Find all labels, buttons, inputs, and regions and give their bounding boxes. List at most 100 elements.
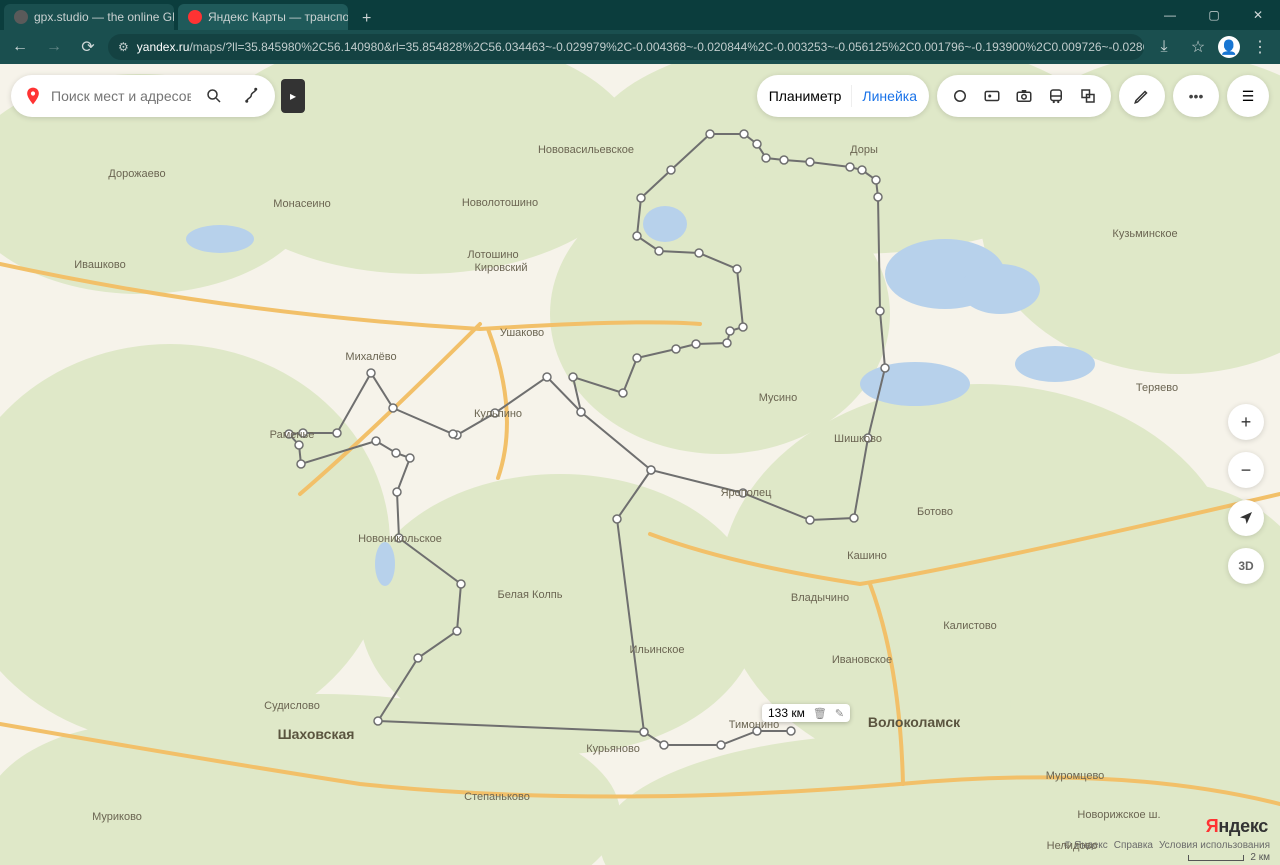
ruler-node[interactable]	[723, 339, 731, 347]
panel-collapse-button[interactable]: ▸	[281, 79, 305, 113]
ruler-node[interactable]	[392, 449, 400, 457]
edit-pill[interactable]	[1119, 75, 1165, 117]
locate-button[interactable]	[1228, 500, 1264, 536]
ruler-node[interactable]	[733, 265, 741, 273]
ruler-node[interactable]	[333, 429, 341, 437]
mode-ruler[interactable]: Линейка	[862, 88, 917, 104]
transit-icon[interactable]	[1045, 85, 1067, 107]
ruler-node[interactable]	[672, 345, 680, 353]
ruler-node[interactable]	[739, 323, 747, 331]
ruler-node[interactable]	[297, 460, 305, 468]
ruler-node[interactable]	[295, 441, 303, 449]
ruler-node[interactable]	[739, 489, 747, 497]
route-icon[interactable]	[237, 81, 267, 111]
window-close[interactable]: ✕	[1236, 0, 1280, 30]
layers-icon[interactable]	[1077, 85, 1099, 107]
ruler-node[interactable]	[740, 130, 748, 138]
3d-button[interactable]: 3D	[1228, 548, 1264, 584]
ruler-node[interactable]	[637, 194, 645, 202]
ruler-node[interactable]	[753, 727, 761, 735]
ruler-node[interactable]	[367, 369, 375, 377]
browser-tabstrip: gpx.studio — the online GPX fi… ✕ Яндекс…	[0, 0, 1280, 30]
ruler-node[interactable]	[850, 514, 858, 522]
ruler-node[interactable]	[846, 163, 854, 171]
search-input[interactable]	[51, 88, 191, 104]
nav-forward[interactable]: →	[40, 33, 68, 61]
ruler-node[interactable]	[881, 364, 889, 372]
ruler-node[interactable]	[633, 354, 641, 362]
ruler-node[interactable]	[457, 580, 465, 588]
ruler-node[interactable]	[787, 727, 795, 735]
browser-tab-yandexmaps[interactable]: Яндекс Карты — транспорт, н… ✕	[178, 4, 348, 30]
zoom-in-button[interactable]: +	[1228, 404, 1264, 440]
more-pill[interactable]: •••	[1173, 75, 1219, 117]
scale-line	[1188, 855, 1244, 861]
kebab-icon[interactable]: ⋮	[1246, 33, 1274, 61]
ruler-node[interactable]	[753, 140, 761, 148]
ruler-node[interactable]	[874, 193, 882, 201]
nav-reload[interactable]: ⟳	[74, 33, 102, 61]
ruler-node[interactable]	[393, 488, 401, 496]
pencil-icon[interactable]: ✎	[835, 707, 844, 720]
ruler-node[interactable]	[389, 404, 397, 412]
footer-help[interactable]: Справка	[1114, 840, 1153, 851]
ruler-node[interactable]	[762, 154, 770, 162]
camera-icon[interactable]	[1013, 85, 1035, 107]
profile-icon[interactable]: 👤	[1218, 36, 1240, 58]
menu-button[interactable]: ☰	[1227, 75, 1269, 117]
install-app-icon[interactable]: ⤓	[1150, 33, 1178, 61]
map-canvas[interactable]: ▸ Планиметр Линейка ••• ☰ + − 3D	[0, 64, 1280, 865]
ruler-node[interactable]	[872, 176, 880, 184]
footer-terms[interactable]: Условия использования	[1159, 840, 1270, 851]
url-input[interactable]: ⚙ yandex.ru/maps/?ll=35.845980%2C56.1409…	[108, 34, 1144, 60]
footer-copy[interactable]: © Яндекс	[1064, 840, 1108, 851]
ruler-node[interactable]	[299, 429, 307, 437]
ruler-node[interactable]	[543, 373, 551, 381]
mode-planimeter[interactable]: Планиметр	[769, 88, 842, 104]
browser-tab-gpxstudio[interactable]: gpx.studio — the online GPX fi… ✕	[4, 4, 174, 30]
ruler-node[interactable]	[695, 249, 703, 257]
ruler-node[interactable]	[876, 307, 884, 315]
star-icon[interactable]: ☆	[1184, 33, 1212, 61]
ruler-node[interactable]	[406, 454, 414, 462]
circle-icon[interactable]	[949, 85, 971, 107]
ruler-node[interactable]	[647, 466, 655, 474]
ruler-node[interactable]	[372, 437, 380, 445]
ruler-node[interactable]	[660, 741, 668, 749]
ruler-node[interactable]	[692, 340, 700, 348]
ruler-node[interactable]	[806, 516, 814, 524]
ruler-node[interactable]	[717, 741, 725, 749]
ruler-node[interactable]	[374, 717, 382, 725]
ruler-node[interactable]	[726, 327, 734, 335]
ruler-node[interactable]	[864, 434, 872, 442]
search-icon[interactable]	[199, 81, 229, 111]
ruler-node[interactable]	[633, 232, 641, 240]
ruler-node[interactable]	[414, 654, 422, 662]
ruler-node[interactable]	[858, 166, 866, 174]
ruler-node[interactable]	[806, 158, 814, 166]
zoom-out-button[interactable]: −	[1228, 452, 1264, 488]
panorama-icon[interactable]	[981, 85, 1003, 107]
ruler-node[interactable]	[395, 534, 403, 542]
ruler-node[interactable]	[491, 409, 499, 417]
ruler-node[interactable]	[667, 166, 675, 174]
ruler-node[interactable]	[569, 373, 577, 381]
ruler-node[interactable]	[706, 130, 714, 138]
ruler-node[interactable]	[285, 430, 293, 438]
ruler-node[interactable]	[577, 408, 585, 416]
ruler-node[interactable]	[655, 247, 663, 255]
trash-icon[interactable]: 🗑	[813, 707, 827, 720]
window-maximize[interactable]: ▢	[1192, 0, 1236, 30]
nav-back[interactable]: ←	[6, 33, 34, 61]
site-settings-icon[interactable]: ⚙	[118, 40, 129, 54]
ruler-node[interactable]	[613, 515, 621, 523]
map-svg	[0, 64, 1280, 865]
ruler-node[interactable]	[449, 430, 457, 438]
new-tab-button[interactable]: +	[356, 8, 377, 30]
window-minimize[interactable]: —	[1148, 0, 1192, 30]
ruler-node[interactable]	[780, 156, 788, 164]
yandex-logo[interactable]: Яндекс	[1206, 816, 1268, 837]
ruler-node[interactable]	[453, 627, 461, 635]
ruler-node[interactable]	[640, 728, 648, 736]
ruler-node[interactable]	[619, 389, 627, 397]
